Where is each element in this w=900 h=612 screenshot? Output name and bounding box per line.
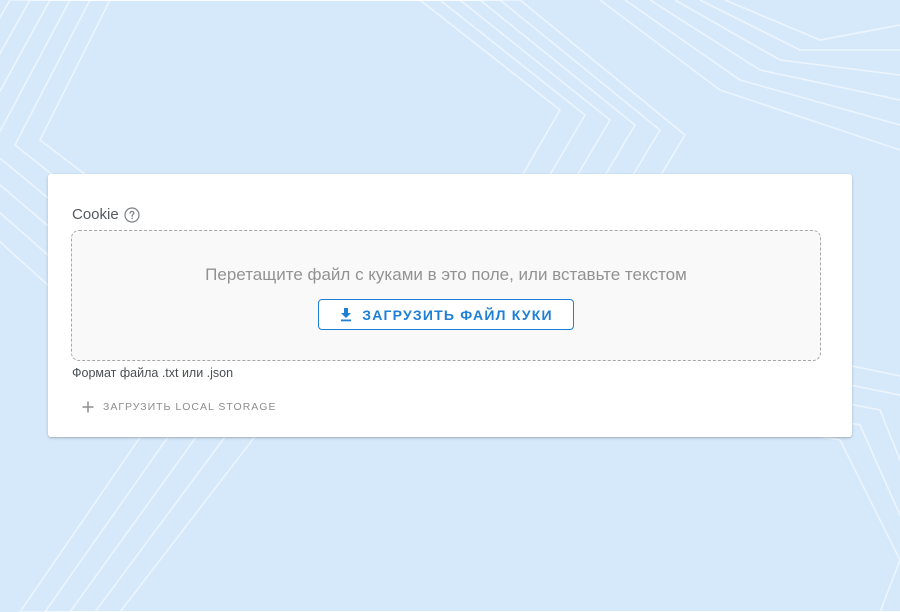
local-storage-label: ЗАГРУЗИТЬ LOCAL STORAGE xyxy=(103,401,277,413)
cookie-card: Cookie Перетащите файл с куками в это по… xyxy=(48,174,852,437)
upload-local-storage-button[interactable]: ЗАГРУЗИТЬ LOCAL STORAGE xyxy=(82,401,276,413)
upload-cookie-file-button[interactable]: ЗАГРУЗИТЬ ФАЙЛ КУКИ xyxy=(318,299,574,330)
cookie-dropzone[interactable]: Перетащите файл с куками в это поле, или… xyxy=(71,230,821,361)
cookie-label: Cookie xyxy=(72,206,140,223)
question-circle-icon[interactable] xyxy=(124,206,140,223)
file-format-hint: Формат файла .txt или .json xyxy=(72,366,234,380)
download-icon xyxy=(339,307,353,322)
plus-icon xyxy=(82,401,94,413)
dropzone-prompt: Перетащите файл с куками в это поле, или… xyxy=(205,265,687,284)
upload-button-label: ЗАГРУЗИТЬ ФАЙЛ КУКИ xyxy=(362,306,553,323)
cookie-label-text: Cookie xyxy=(72,206,119,223)
